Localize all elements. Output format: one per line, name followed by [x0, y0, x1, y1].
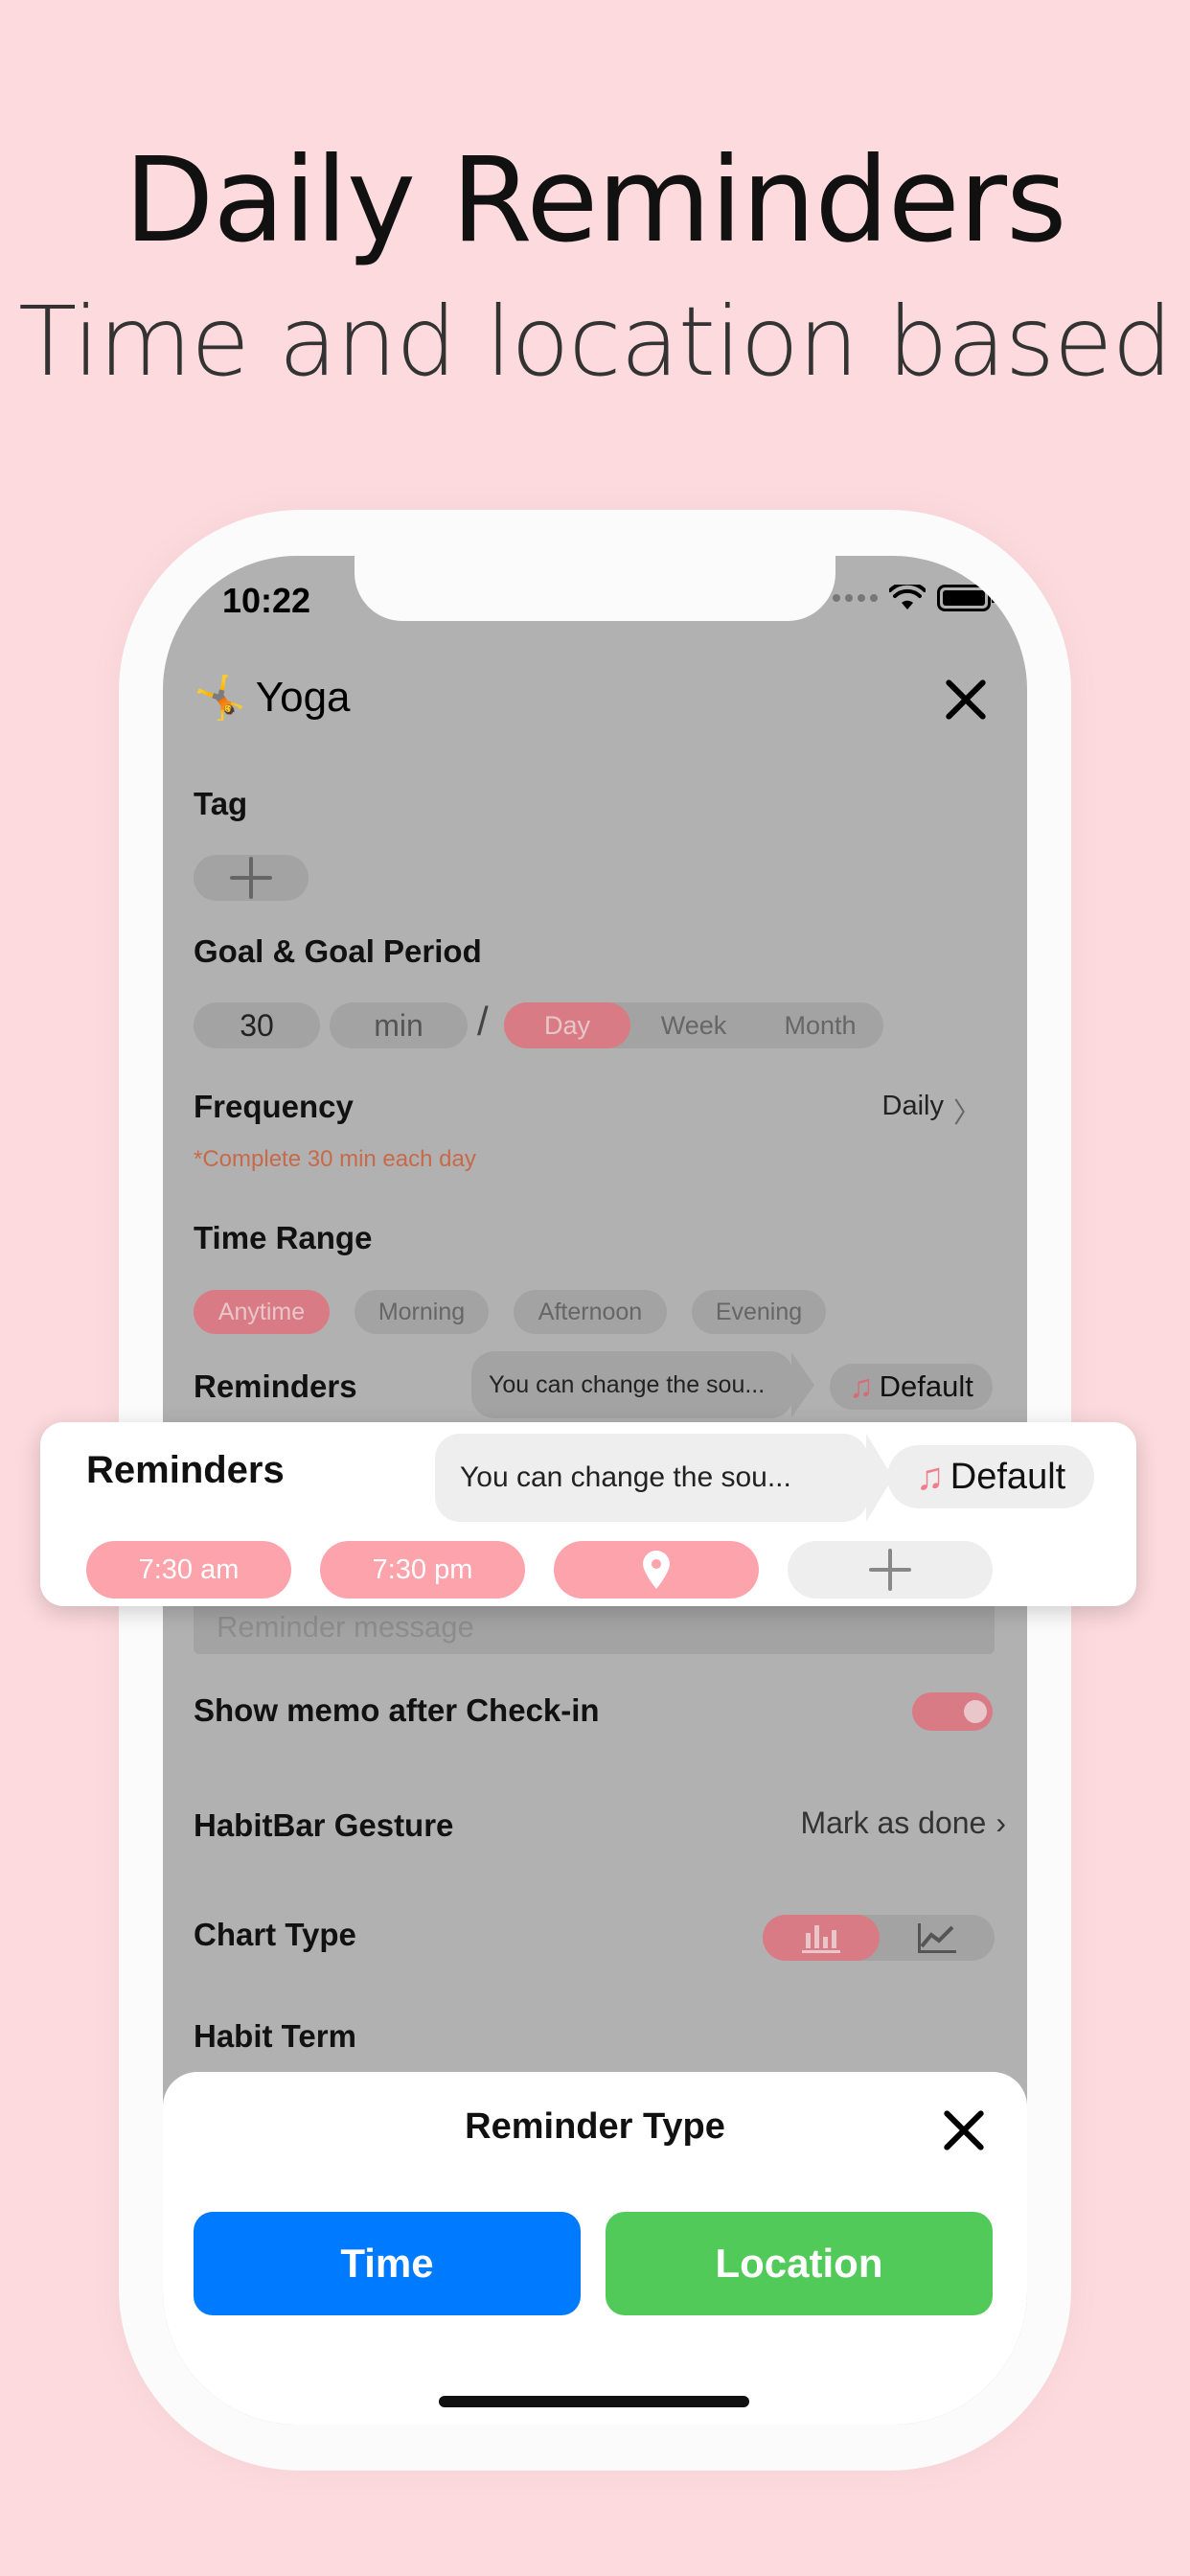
gesture-value-text: Mark as done	[800, 1806, 987, 1840]
reminders-card: Reminders You can change the sou... ♫ De…	[40, 1422, 1136, 1606]
memo-label: Show memo after Check-in	[194, 1692, 600, 1728]
habit-name: Yoga	[255, 674, 351, 721]
location-pin-icon	[643, 1551, 670, 1589]
reminders-card-title: Reminders	[86, 1449, 285, 1491]
add-tag-button[interactable]	[194, 855, 309, 901]
status-time: 10:22	[222, 581, 311, 620]
music-note-icon: ♫	[849, 1368, 874, 1405]
goal-unit-select[interactable]: min	[330, 1002, 468, 1048]
habit-emoji-icon: 🤸	[194, 675, 246, 722]
add-reminder-button[interactable]	[788, 1541, 993, 1598]
chart-type-label: Chart Type	[194, 1917, 356, 1952]
sound-value-bg: Default	[879, 1369, 973, 1403]
headline-title: Daily Reminders	[124, 132, 1066, 268]
time-range-anytime[interactable]: Anytime	[194, 1290, 330, 1334]
chart-type-segment	[763, 1915, 995, 1961]
tag-label: Tag	[194, 786, 248, 821]
reminder-type-sheet: Reminder Type Time Location	[163, 2072, 1027, 2425]
time-reminder-button[interactable]: Time	[194, 2212, 581, 2315]
headline-subtitle: Time and location based	[18, 286, 1173, 398]
music-note-icon: ♫	[915, 1455, 945, 1498]
battery-icon	[937, 585, 995, 611]
time-range-morning[interactable]: Morning	[355, 1290, 489, 1334]
sound-select[interactable]: ♫ Default	[887, 1445, 1094, 1508]
signal-icon	[833, 594, 878, 602]
sheet-close-icon[interactable]	[942, 2108, 986, 2152]
gesture-label: HabitBar Gesture	[194, 1807, 454, 1843]
sound-select-bg[interactable]: ♫ Default	[830, 1364, 993, 1410]
frequency-note: *Complete 30 min each day	[194, 1146, 476, 1172]
bar-chart-icon[interactable]	[763, 1915, 880, 1961]
sound-tooltip-bg: You can change the sou...	[471, 1351, 793, 1418]
sound-value: Default	[950, 1456, 1066, 1497]
memo-toggle[interactable]	[912, 1692, 993, 1731]
home-indicator	[439, 2396, 749, 2407]
reminder-message-input[interactable]: Reminder message	[194, 1600, 995, 1654]
chevron-right-icon: 〉	[952, 1098, 981, 1129]
period-week-option[interactable]: Week	[630, 1002, 757, 1048]
goal-separator: /	[477, 999, 489, 1044]
notch	[355, 556, 835, 621]
gesture-value[interactable]: Mark as done ›	[800, 1806, 1006, 1841]
goal-label: Goal & Goal Period	[194, 933, 482, 969]
sound-tooltip: You can change the sou...	[435, 1434, 868, 1522]
location-reminder-chip[interactable]	[554, 1541, 759, 1598]
location-reminder-button[interactable]: Location	[606, 2212, 993, 2315]
plus-icon	[868, 1548, 912, 1592]
period-month-option[interactable]: Month	[757, 1002, 883, 1048]
line-chart-icon[interactable]	[880, 1915, 995, 1961]
reminder-time-chip[interactable]: 7:30 am	[86, 1541, 291, 1598]
time-range-label: Time Range	[194, 1220, 373, 1255]
close-icon[interactable]	[944, 678, 988, 722]
status-icons	[833, 585, 995, 611]
frequency-value[interactable]: Daily 〉	[882, 1091, 981, 1131]
time-range-evening[interactable]: Evening	[692, 1290, 826, 1334]
frequency-label: Frequency	[194, 1089, 354, 1124]
habit-title: 🤸 Yoga	[194, 673, 351, 723]
sheet-title: Reminder Type	[465, 2106, 725, 2147]
goal-period-segment: Day Week Month	[504, 1002, 883, 1048]
time-range-afternoon[interactable]: Afternoon	[514, 1290, 667, 1334]
wifi-icon	[889, 585, 926, 610]
plus-icon	[229, 856, 273, 900]
frequency-value-text: Daily	[881, 1091, 944, 1121]
chevron-right-icon: ›	[995, 1806, 1006, 1840]
reminders-label-bg: Reminders	[194, 1368, 357, 1404]
habit-term-label: Habit Term	[194, 2018, 356, 2054]
goal-amount-field[interactable]: 30	[194, 1002, 320, 1048]
period-day-option[interactable]: Day	[504, 1002, 630, 1048]
reminder-time-chip[interactable]: 7:30 pm	[320, 1541, 525, 1598]
